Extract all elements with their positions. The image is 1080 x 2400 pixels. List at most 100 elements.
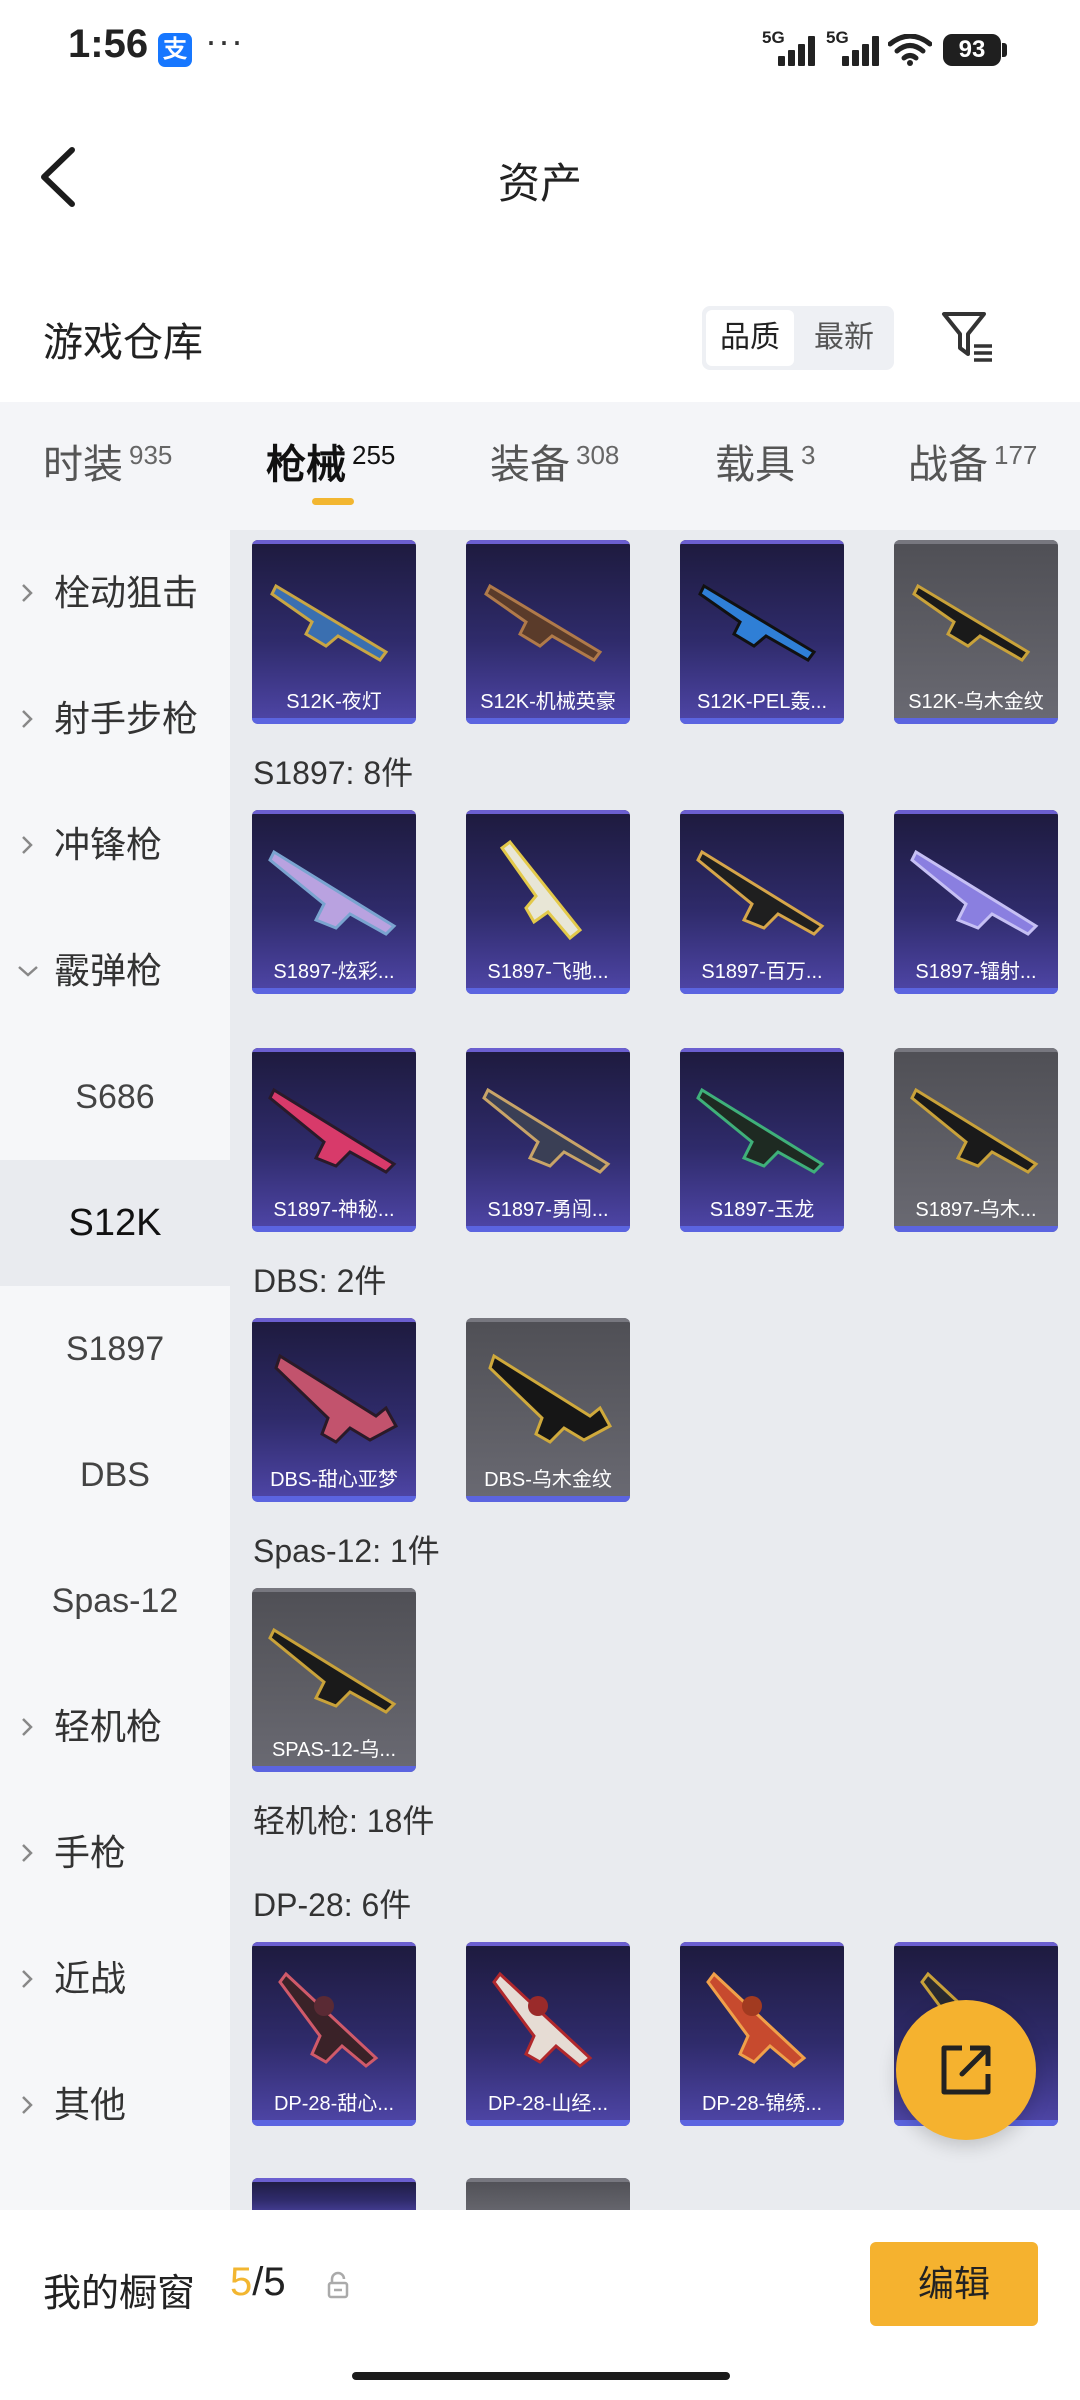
weapon-name: DP-28-锦绣... [701,2093,823,2115]
lock-icon [327,2271,349,2299]
tab-count: 3 [801,439,816,470]
weapon-name: S1897-神秘... [273,1199,395,1221]
chevron-right-icon [22,710,33,728]
shotgun-skin-icon [910,849,1039,936]
weapon-name: SPAS-12-乌... [271,1739,397,1761]
chevron-right-icon [22,1970,33,1988]
sidebar-label: S1897 [65,1330,165,1368]
sidebar-sub-spas12[interactable]: Spas-12 [0,1538,230,1664]
sidebar-label: Spas-12 [51,1582,179,1620]
tab-fashion[interactable]: 时装 935 [43,432,172,490]
sidebar-item-pistol[interactable]: 手枪 [0,1790,230,1916]
shotgun-skin-icon [696,1087,825,1174]
shotgun-skin-icon [268,1627,397,1714]
weapon-name: S1897-飞驰... [487,961,609,983]
signal-5g-icon-2: 5G [826,28,882,68]
sidebar-item-other[interactable]: 其他 [0,2042,230,2168]
shotgun-skin-icon [268,849,397,936]
tab-guns[interactable]: 枪械 255 [266,432,395,490]
home-indicator[interactable] [352,2372,730,2380]
weapon-card[interactable]: S12K-乌木金纹 [894,540,1058,724]
sidebar-label: S686 [75,1078,155,1116]
sidebar-item-shotgun[interactable]: 霰弹枪 [0,908,230,1034]
weapon-name: S12K-夜灯 [286,691,382,713]
weapon-card[interactable]: S12K-机械英豪 [466,540,630,724]
weapon-card[interactable]: DP-28-锦绣... [680,1942,844,2126]
sort-quality-button[interactable]: 品质 [706,310,794,366]
alipay-notification-icon: 支 [158,33,192,67]
sidebar-sub-s12k[interactable]: S12K [0,1160,230,1286]
tab-label: 战备 [908,443,988,487]
edit-button[interactable]: 编辑 [870,2242,1038,2326]
weapon-card[interactable]: SPAS-12-乌... [252,1588,416,1772]
tab-label: 载具 [715,443,795,487]
sidebar-item-melee[interactable]: 近战 [0,1916,230,2042]
sidebar-label: 栓动狙击 [54,572,199,613]
shotgun-skin-icon [910,1087,1039,1174]
more-notifications-icon: ··· [205,20,244,61]
filter-icon[interactable] [940,308,996,364]
page-title: 资产 [497,160,582,207]
shotgun-skin-icon [912,583,1031,662]
weapon-card[interactable]: DP-28-甜心... [252,1942,416,2126]
weapon-name: DBS-乌木金纹 [484,1469,612,1491]
sidebar-sub-s686[interactable]: S686 [0,1034,230,1160]
chevron-right-icon [22,584,33,602]
status-time: 1:56 [68,22,149,66]
tab-equipment[interactable]: 装备 308 [490,432,619,490]
weapon-card[interactable]: S1897-乌木... [894,1048,1058,1232]
sidebar-item-bolt-sniper[interactable]: 栓动狙击 [0,530,230,656]
chevron-right-icon [22,2096,33,2114]
tab-supplies[interactable]: 战备 177 [908,432,1037,490]
shotgun-skin-icon [274,1353,399,1444]
weapon-card[interactable]: DBS-甜心亚梦 [252,1318,416,1502]
weapon-card[interactable]: S1897-神秘... [252,1048,416,1232]
weapon-card[interactable]: S1897-镭射... [894,810,1058,994]
sidebar-item-smg[interactable]: 冲锋枪 [0,782,230,908]
status-bar: 1:56 支 ··· 5G 5G 93 [0,0,1080,100]
tab-count: 177 [994,439,1038,470]
active-tab-indicator [312,498,354,505]
weapon-card[interactable]: S1897-炫彩... [252,810,416,994]
warehouse-title: 游戏仓库 [43,321,203,365]
sidebar-label: 轻机枪 [54,1706,163,1747]
sidebar-label: 其他 [54,2084,127,2125]
sidebar-item-lmg[interactable]: 轻机枪 [0,1664,230,1790]
tab-count: 308 [576,439,620,470]
battery-cap-icon [1002,43,1007,57]
sidebar-item-marksman-rifle[interactable]: 射手步枪 [0,656,230,782]
weapon-name: DP-28-甜心... [273,2093,395,2115]
sort-newest-button[interactable]: 最新 [798,310,890,366]
shotgun-skin-icon [499,839,583,941]
weapon-card[interactable]: S1897-飞驰... [466,810,630,994]
tab-label: 时装 [43,443,123,487]
tab-count: 935 [129,439,173,470]
sidebar-sub-s1897[interactable]: S1897 [0,1286,230,1412]
sidebar-label: 近战 [54,1958,127,1999]
sidebar-sub-dbs[interactable]: DBS [0,1412,230,1538]
weapon-card[interactable]: DBS-乌木金纹 [466,1318,630,1502]
weapon-name: S1897-乌木... [915,1199,1037,1221]
sidebar-label: 手枪 [54,1832,127,1873]
showcase-total: /5 [252,2260,286,2304]
battery-level: 93 [943,34,1001,66]
share-button[interactable] [896,2000,1036,2140]
lmg-skin-icon [706,1971,807,2068]
weapon-name: S12K-PEL轰... [696,691,828,713]
tab-vehicles[interactable]: 载具 3 [715,432,815,490]
sidebar-label: DBS [80,1456,150,1494]
weapon-card[interactable]: S1897-百万... [680,810,844,994]
shotgun-skin-icon [270,583,389,662]
weapon-card[interactable]: S12K-夜灯 [252,540,416,724]
chevron-right-icon [22,1718,33,1736]
sidebar-label: 射手步枪 [54,698,199,739]
lmg-skin-icon [492,1971,593,2068]
signal-5g-icon: 5G [762,28,818,68]
chevron-right-icon [22,1844,33,1862]
weapon-name: S1897-百万... [701,961,823,983]
weapon-card[interactable]: S1897-玉龙 [680,1048,844,1232]
weapon-card[interactable]: S12K-PEL轰... [680,540,844,724]
weapon-card[interactable]: S1897-勇闯... [466,1048,630,1232]
chevron-down-icon [18,966,38,977]
weapon-card[interactable]: DP-28-山经... [466,1942,630,2126]
